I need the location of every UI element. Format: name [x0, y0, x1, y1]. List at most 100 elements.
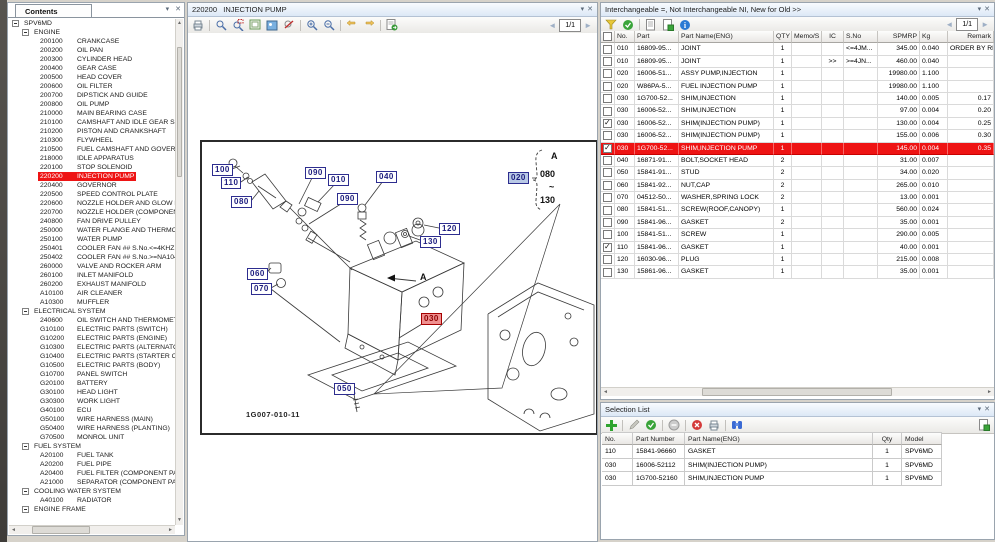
page-next-icon[interactable]: ► — [981, 20, 989, 29]
tree-item-g20100[interactable]: G20100BATTERY — [9, 379, 175, 388]
row-checkbox[interactable] — [603, 131, 612, 140]
scroll-left-icon[interactable]: ◄ — [9, 526, 18, 534]
tree-vertical-scrollbar[interactable]: ▲ ▼ — [175, 19, 183, 525]
tree-item-g30300[interactable]: G30300WORK LIGHT — [9, 397, 175, 406]
tree-item-220600[interactable]: 220600NOZZLE HOLDER AND GLOW PL — [9, 199, 175, 208]
collapse-expander-icon[interactable] — [22, 506, 29, 513]
tree-item-220500[interactable]: 220500SPEED CONTROL PLATE — [9, 190, 175, 199]
row-checkbox[interactable] — [603, 181, 612, 190]
row-checkbox[interactable] — [603, 94, 612, 103]
tree-item-cooling-water-system[interactable]: COOLING WATER SYSTEM — [9, 487, 175, 496]
collapse-expander-icon[interactable] — [22, 488, 29, 495]
edit-icon[interactable] — [627, 419, 641, 432]
tree-item-g50400[interactable]: G50400WIRE HARNESS (PLANTING) — [9, 424, 175, 433]
tree-item-210100[interactable]: 210100CAMSHAFT AND IDLE GEAR SHA — [9, 118, 175, 127]
print-icon[interactable] — [707, 419, 721, 432]
table-row[interactable]: 0301G700-52...SHIM,INJECTION PUMP1145.00… — [601, 143, 994, 155]
table-row[interactable]: 0301G700-52...SHIM,INJECTION1140.000.005… — [601, 93, 994, 105]
table-row[interactable]: 03016006-52112SHIM(INJECTION PUMP)1SPV6M… — [602, 459, 942, 472]
page-next-icon[interactable]: ► — [584, 21, 592, 30]
tree-item-engine-frame[interactable]: ENGINE FRAME — [9, 505, 175, 514]
row-checkbox[interactable] — [603, 243, 612, 252]
tree-item-250100[interactable]: 250100WATER PUMP — [9, 235, 175, 244]
tree-item-a21000[interactable]: A21000SEPARATOR (COMPONENT PART — [9, 478, 175, 487]
pin-icon[interactable]: ▾ — [581, 5, 585, 15]
column-header[interactable]: Qty — [873, 432, 902, 445]
column-header[interactable]: Model — [902, 432, 942, 445]
tree-item-220200[interactable]: 220200INJECTION PUMP — [9, 172, 175, 181]
column-header[interactable]: Part Name(ENG) — [685, 432, 873, 445]
export-image-icon[interactable] — [385, 19, 399, 32]
add-icon[interactable] — [604, 419, 618, 432]
table-row[interactable]: 01016809-95...JOINT1>>>=4JN...460.000.04… — [601, 56, 994, 68]
column-header[interactable] — [601, 31, 615, 43]
document-export-icon[interactable] — [661, 18, 675, 31]
row-checkbox[interactable] — [603, 82, 612, 91]
column-header[interactable]: No. — [602, 432, 633, 445]
row-checkbox[interactable] — [603, 218, 612, 227]
zoom-region-icon[interactable] — [231, 19, 245, 32]
table-row[interactable]: 08015841-51...SCREW(ROOF,CANOPY)1560.000… — [601, 204, 994, 216]
table-row[interactable]: 02016006-51...ASSY PUMP,INJECTION119980.… — [601, 68, 994, 80]
pan-tool-icon[interactable] — [214, 19, 228, 32]
callout-label-090[interactable]: 090 — [337, 193, 358, 205]
tree-item-200600[interactable]: 200600OIL FILTER — [9, 82, 175, 91]
disabled-remove-icon[interactable] — [667, 419, 681, 432]
print-icon[interactable] — [191, 19, 205, 32]
tree-item-g70500[interactable]: G70500MONROL UNIT — [9, 433, 175, 442]
row-checkbox[interactable] — [603, 57, 612, 66]
callout-label-060[interactable]: 060 — [247, 268, 268, 280]
callout-label-080[interactable]: 080 — [231, 196, 252, 208]
row-checkbox[interactable] — [603, 193, 612, 202]
tree-item-210000[interactable]: 210000MAIN BEARING CASE — [9, 109, 175, 118]
table-row[interactable]: 04016871-91...BOLT,SOCKET HEAD231.000.00… — [601, 155, 994, 167]
tree-item-a20200[interactable]: A20200FUEL PIPE — [9, 460, 175, 469]
column-header[interactable]: Part Name(ENG) — [679, 31, 774, 43]
table-row[interactable]: 09015841-96...GASKET235.000.001 — [601, 217, 994, 229]
close-icon[interactable]: ✕ — [587, 5, 593, 15]
tree-item-g10200[interactable]: G10200ELECTRIC PARTS (ENGINE) — [9, 334, 175, 343]
search-icon[interactable] — [730, 419, 744, 432]
tree-item-220700[interactable]: 220700NOZZLE HOLDER (COMPONENT — [9, 208, 175, 217]
tree-item-260000[interactable]: 260000VALVE AND ROCKER ARM — [9, 262, 175, 271]
tree-item-electrical-system[interactable]: ELECTRICAL SYSTEM — [9, 307, 175, 316]
tab-contents[interactable]: Contents — [15, 4, 92, 18]
tree-item-200300[interactable]: 200300CYLINDER HEAD — [9, 55, 175, 64]
table-row[interactable]: 03016006-52...SHIM(INJECTION PUMP)1155.0… — [601, 130, 994, 142]
tree-item-g50100[interactable]: G50100WIRE HARNESS (MAIN) — [9, 415, 175, 424]
callout-label-110[interactable]: 110 — [221, 177, 241, 189]
table-row[interactable]: 12016030-96...PLUG1215.000.008 — [601, 254, 994, 266]
tree-item-a20100[interactable]: A20100FUEL TANK — [9, 451, 175, 460]
image-view-icon[interactable] — [265, 19, 279, 32]
scroll-right-icon[interactable]: ► — [166, 526, 175, 534]
tree-item-200100[interactable]: 200100CRANKCASE — [9, 37, 175, 46]
tree-item-g10100[interactable]: G10100ELECTRIC PARTS (SWITCH) — [9, 325, 175, 334]
tree-item-spv6md[interactable]: SPV6MD — [9, 19, 175, 28]
collapse-expander-icon[interactable] — [22, 29, 29, 36]
next-view-icon[interactable] — [362, 19, 376, 32]
callout-label-100[interactable]: 100 — [212, 164, 233, 176]
callout-label-010[interactable]: 010 — [328, 174, 349, 186]
table-row[interactable]: 01016809-95...JOINT1<=4JM...345.000.040O… — [601, 43, 994, 55]
tree-horizontal-scrollbar[interactable]: ◄ ► — [9, 525, 175, 534]
callout-label-120[interactable]: 120 — [439, 223, 460, 235]
tree-item-200200[interactable]: 200200OIL PAN — [9, 46, 175, 55]
tree-item-200800[interactable]: 200800OIL PUMP — [9, 100, 175, 109]
tree-item-210300[interactable]: 210300FLYWHEEL — [9, 136, 175, 145]
scroll-left-icon[interactable]: ◄ — [601, 388, 610, 396]
table-row[interactable]: 06015841-92...NUT,CAP2265.000.010 — [601, 180, 994, 192]
tree-item-g10700[interactable]: G10700PANEL SWITCH — [9, 370, 175, 379]
tree-item-250401[interactable]: 250401COOLER FAN ## S.No.<=4KHZ — [9, 244, 175, 253]
document-icon[interactable] — [644, 18, 658, 31]
table-row[interactable]: 13015861-96...GASKET135.000.001 — [601, 266, 994, 278]
tree-item-fuel-system[interactable]: FUEL SYSTEM — [9, 442, 175, 451]
tree-item-200500[interactable]: 200500HEAD COVER — [9, 73, 175, 82]
table-row[interactable]: 11015841-96...GASKET140.000.001 — [601, 242, 994, 254]
filter-icon[interactable] — [604, 18, 618, 31]
tree-item-220400[interactable]: 220400GOVERNOR — [9, 181, 175, 190]
table-row[interactable]: 05015841-91...STUD234.000.020 — [601, 167, 994, 179]
column-header[interactable]: No. — [615, 31, 635, 43]
tree-item-a10300[interactable]: A10300MUFFLER — [9, 298, 175, 307]
scrollbar-thumb[interactable] — [32, 526, 90, 534]
column-header[interactable]: Part — [635, 31, 679, 43]
